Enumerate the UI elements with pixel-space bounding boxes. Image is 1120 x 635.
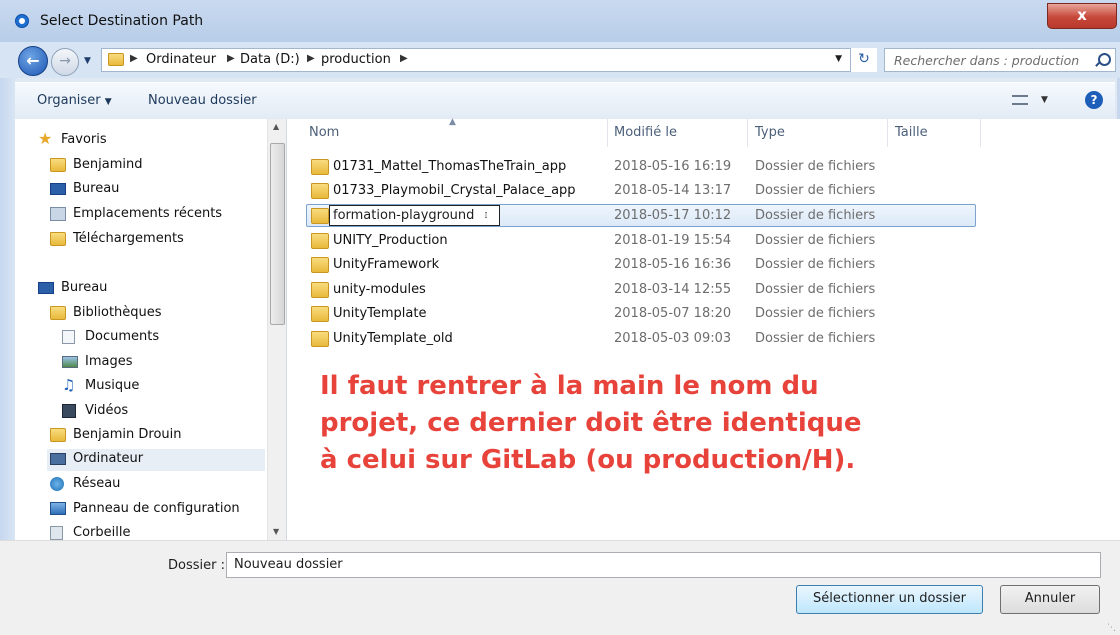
folder-name-input[interactable]: Nouveau dossier: [226, 552, 1101, 578]
forward-button[interactable]: →: [51, 48, 79, 76]
folder-icon: [311, 331, 329, 347]
instruction-annotation: Il faut rentrer à la main le nom du proj…: [320, 368, 862, 479]
recycle-bin-icon: [50, 526, 63, 540]
app-icon: [15, 14, 29, 28]
refresh-button[interactable]: ↻: [850, 48, 877, 72]
close-button[interactable]: x: [1047, 3, 1117, 29]
navigation-pane: ★ Favoris Benjamind Bureau Emplacements …: [15, 119, 287, 540]
computer-icon: [50, 453, 66, 465]
resize-grip-icon[interactable]: ⋱: [1107, 623, 1116, 633]
breadcrumb-separator-icon[interactable]: ▶: [400, 53, 408, 64]
breadcrumb-separator-icon[interactable]: ▶: [227, 53, 235, 64]
libraries-icon: [50, 306, 66, 320]
window-frame-left: [0, 42, 15, 540]
control-panel-icon: [50, 502, 66, 515]
help-icon[interactable]: ?: [1085, 91, 1103, 109]
sort-ascending-icon: ▲: [449, 117, 456, 127]
new-folder-button[interactable]: Nouveau dossier: [148, 93, 257, 108]
organize-label: Organiser: [37, 93, 101, 108]
folder-icon: [311, 233, 329, 249]
breadcrumb-separator-icon[interactable]: ▶: [130, 53, 138, 64]
select-folder-button[interactable]: Sélectionner un dossier: [796, 585, 983, 614]
file-row-selected[interactable]: formation-playground 2018-05-17 10:12 Do…: [287, 204, 1120, 228]
file-row[interactable]: UnityTemplate_old 2018-05-03 09:03 Dossi…: [287, 327, 1120, 351]
scroll-up-icon[interactable]: ▲: [273, 122, 279, 131]
column-divider[interactable]: [607, 119, 608, 147]
nav-item-ordinateur[interactable]: Ordinateur: [47, 449, 265, 471]
music-icon: ♫: [62, 376, 76, 394]
view-options-icon[interactable]: [1012, 95, 1028, 105]
folder-icon: [311, 208, 329, 224]
breadcrumb-data-drive[interactable]: Data (D:): [240, 52, 300, 67]
desktop-icon: [50, 183, 66, 195]
annotation-line: projet, ce dernier doit être identique: [320, 408, 862, 438]
address-history-chevron-icon[interactable]: ▼: [835, 54, 842, 64]
breadcrumb-production[interactable]: production: [321, 52, 391, 67]
breadcrumb-separator-icon[interactable]: ▶: [307, 53, 315, 64]
title-bar: Select Destination Path x: [0, 0, 1120, 42]
network-icon: [50, 477, 64, 491]
address-bar[interactable]: ▶ Ordinateur ▶ Data (D:) ▶ production ▶ …: [101, 48, 877, 72]
cancel-button[interactable]: Annuler: [1000, 585, 1100, 614]
annotation-line: à celui sur GitLab (ou production/H).: [320, 445, 856, 475]
column-header-modified[interactable]: Modifié le: [614, 125, 677, 140]
scroll-down-icon[interactable]: ▼: [273, 527, 279, 536]
annotation-line: Il faut rentrer à la main le nom du: [320, 371, 819, 401]
file-row[interactable]: 01733_Playmobil_Crystal_Palace_app 2018-…: [287, 179, 1120, 203]
column-divider[interactable]: [980, 119, 981, 147]
documents-icon: [62, 330, 75, 344]
dialog-footer: Dossier : Nouveau dossier Sélectionner u…: [0, 540, 1120, 635]
column-header-size[interactable]: Taille: [895, 125, 928, 140]
folder-icon: [311, 282, 329, 298]
column-divider[interactable]: [887, 119, 888, 147]
file-row[interactable]: UNITY_Production 2018-01-19 15:54 Dossie…: [287, 229, 1120, 253]
back-button[interactable]: ←: [18, 46, 48, 76]
folder-icon: [311, 306, 329, 322]
folder-icon: [311, 183, 329, 199]
file-row[interactable]: UnityTemplate 2018-05-07 18:20 Dossier d…: [287, 302, 1120, 326]
videos-icon: [62, 404, 76, 418]
downloads-icon: [50, 232, 66, 246]
column-header-name[interactable]: Nom: [309, 125, 339, 140]
organize-menu-button[interactable]: Organiser ▼: [37, 93, 112, 108]
navigation-scrollbar[interactable]: ▲ ▼: [267, 119, 286, 540]
folder-icon: [311, 159, 329, 175]
breadcrumb-ordinateur[interactable]: Ordinateur: [146, 52, 216, 67]
folder-icon: [108, 53, 124, 66]
folder-field-label: Dossier :: [168, 558, 225, 573]
user-folder-icon: [50, 428, 66, 442]
images-icon: [62, 356, 78, 368]
file-row[interactable]: UnityFramework 2018-05-16 16:36 Dossier …: [287, 253, 1120, 277]
column-divider[interactable]: [747, 119, 748, 147]
search-input[interactable]: Rechercher dans : production: [884, 48, 1116, 72]
recent-places-icon: [50, 207, 66, 221]
scrollbar-thumb[interactable]: [270, 143, 285, 325]
text-cursor-icon: [485, 212, 487, 218]
file-row[interactable]: 01731_Mattel_ThomasTheTrain_app 2018-05-…: [287, 155, 1120, 179]
chevron-down-icon: ▼: [104, 97, 112, 107]
file-row[interactable]: unity-modules 2018-03-14 12:55 Dossier d…: [287, 278, 1120, 302]
view-chevron-down-icon[interactable]: ▼: [1041, 95, 1048, 105]
search-icon[interactable]: [1098, 53, 1111, 66]
desktop-icon: [38, 282, 54, 294]
rename-input[interactable]: formation-playground: [329, 205, 500, 226]
star-icon: ★: [38, 129, 53, 148]
folder-icon: [50, 158, 66, 172]
command-toolbar: Organiser ▼ Nouveau dossier ▼ ?: [15, 82, 1115, 120]
folder-icon: [311, 257, 329, 273]
recent-pages-chevron-icon[interactable]: ▼: [84, 56, 91, 66]
search-placeholder: Rechercher dans : production: [894, 53, 1080, 68]
window-title: Select Destination Path: [40, 13, 204, 29]
column-header-type[interactable]: Type: [755, 125, 785, 140]
